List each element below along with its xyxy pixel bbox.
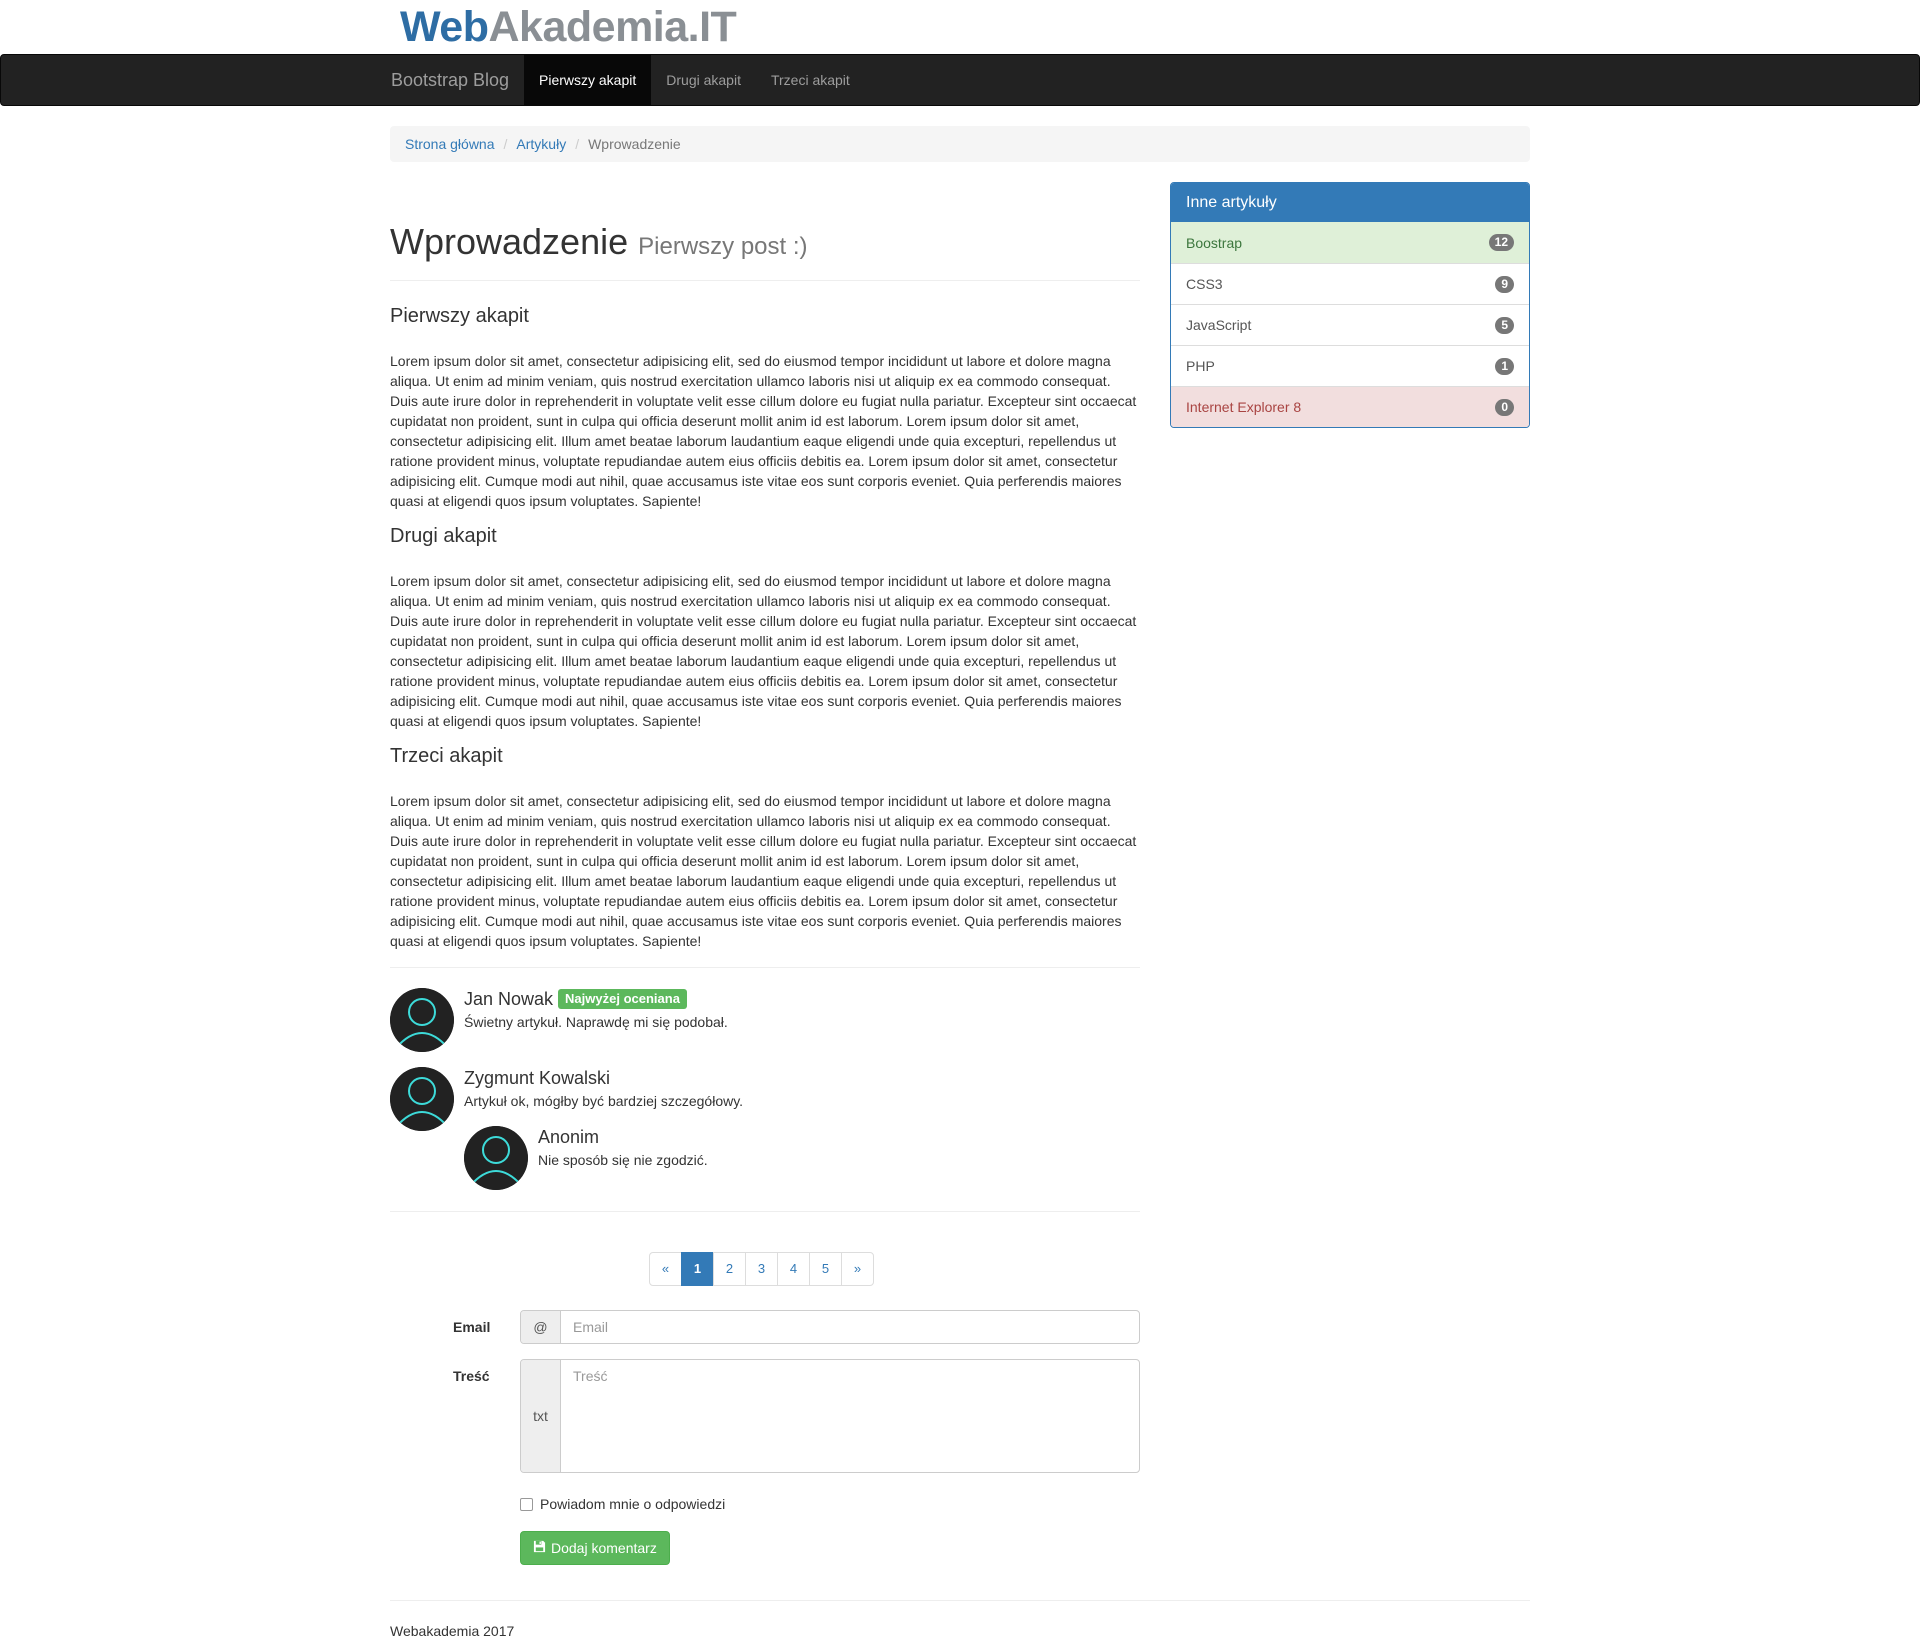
- email-addon: @: [521, 1311, 561, 1343]
- notify-checkbox-row: Powiadom mnie o odpowiedzi: [520, 1496, 725, 1512]
- pagination: « 1 2 3 4 5 »: [649, 1252, 874, 1286]
- top-rated-badge: Najwyżej oceniana: [558, 989, 687, 1009]
- navbar-brand[interactable]: Bootstrap Blog: [391, 55, 509, 105]
- pagination-next[interactable]: »: [841, 1252, 874, 1286]
- comment-heading: Zygmunt Kowalski: [464, 1067, 1064, 1089]
- panel-title: Inne artykuły: [1171, 183, 1529, 222]
- email-label: Email: [453, 1319, 491, 1335]
- pagination-prev[interactable]: «: [649, 1252, 682, 1286]
- content-input-group: txt Treść: [520, 1359, 1140, 1473]
- footer-text: Webakademia 2017: [390, 1623, 515, 1639]
- add-comment-label: Dodaj komentarz: [551, 1540, 657, 1556]
- count-badge: 1: [1495, 357, 1514, 375]
- comment-text: Artykuł ok, mógłby być bardziej szczegół…: [464, 1093, 744, 1109]
- site-logo[interactable]: WebAkademia.IT: [400, 2, 737, 52]
- sidebar-item-label: Boostrap: [1186, 234, 1243, 251]
- sidebar-item-label: Internet Explorer 8: [1186, 399, 1302, 415]
- top-navbar: Bootstrap Blog Pierwszy akapit Drugi aka…: [0, 54, 1920, 106]
- comment-body: Zygmunt Kowalski Artykuł ok, mógłby być …: [464, 1067, 1064, 1109]
- email-input[interactable]: Email: [561, 1311, 1139, 1343]
- email-input-group: @ Email: [520, 1310, 1140, 1344]
- pagination-page-2[interactable]: 2: [713, 1252, 746, 1286]
- notify-checkbox[interactable]: [520, 1497, 533, 1511]
- breadcrumb-separator: /: [503, 136, 508, 152]
- floppy-disk-icon: [533, 1540, 546, 1556]
- section-heading-3: Trzeci akapit: [390, 745, 503, 767]
- main-content: Wprowadzenie Pierwszy post :) Pierwszy a…: [390, 170, 1140, 951]
- content-textarea[interactable]: Treść: [561, 1360, 1139, 1472]
- section-body-2: Lorem ipsum dolor sit amet, consectetur …: [390, 573, 1137, 729]
- content-addon: txt: [521, 1360, 561, 1472]
- pagination-page-5[interactable]: 5: [809, 1252, 842, 1286]
- sidebar-item-label: JavaScript: [1186, 317, 1252, 333]
- count-badge: 9: [1495, 275, 1514, 293]
- page: WebAkademia.IT Bootstrap Blog Pierwszy a…: [0, 0, 1920, 1641]
- comment-text: Nie sposób się nie zgodzić.: [538, 1152, 708, 1168]
- breadcrumb-current: Wprowadzenie: [588, 136, 681, 152]
- pagination-page-3[interactable]: 3: [745, 1252, 778, 1286]
- section-heading-2: Drugi akapit: [390, 525, 497, 547]
- notify-checkbox-label[interactable]: Powiadom mnie o odpowiedzi: [540, 1496, 725, 1512]
- navbar-menu: Pierwszy akapit Drugi akapit Trzeci akap…: [524, 55, 865, 105]
- breadcrumb: Strona główna / Artykuły / Wprowadzenie: [390, 126, 1530, 162]
- comment-heading: Anonim: [538, 1126, 1138, 1148]
- count-badge: 12: [1488, 234, 1514, 251]
- sidebar-item-bootstrap[interactable]: Boostrap 12: [1171, 222, 1529, 263]
- comment-author: Anonim: [538, 1127, 600, 1147]
- sidebar-item-javascript[interactable]: JavaScript 5: [1171, 304, 1529, 345]
- pagination-page-1[interactable]: 1: [681, 1252, 714, 1286]
- section-body-3: Lorem ipsum dolor sit amet, consectetur …: [390, 793, 1137, 949]
- add-comment-button[interactable]: Dodaj komentarz: [520, 1531, 670, 1565]
- comments-divider-top: [390, 967, 1140, 968]
- user-avatar-icon: [464, 1126, 528, 1190]
- user-avatar-icon: [390, 988, 454, 1052]
- sidebar-item-label: CSS3: [1186, 276, 1223, 292]
- section-heading-1: Pierwszy akapit: [390, 305, 529, 327]
- nav-item-drugi-akapit[interactable]: Drugi akapit: [651, 55, 756, 105]
- comment-body: Anonim Nie sposób się nie zgodzić.: [538, 1126, 1138, 1168]
- comments-divider-bottom: [390, 1211, 1140, 1212]
- post-title: Wprowadzenie: [390, 221, 629, 262]
- breadcrumb-home[interactable]: Strona główna: [405, 126, 495, 162]
- comment-heading: Jan Nowak Najwyżej oceniana: [464, 988, 1064, 1010]
- comment-author: Jan Nowak: [464, 989, 554, 1009]
- nav-item-pierwszy-akapit[interactable]: Pierwszy akapit: [524, 55, 652, 105]
- comment-body: Jan Nowak Najwyżej oceniana Świetny arty…: [464, 988, 1064, 1030]
- sidebar-item-label: PHP: [1186, 358, 1215, 374]
- other-articles-panel: Inne artykuły Boostrap 12 CSS3 9 JavaScr…: [1170, 182, 1530, 428]
- logo-part-web: Web: [400, 3, 489, 51]
- breadcrumb-articles[interactable]: Artykuły: [516, 126, 566, 162]
- count-badge: 5: [1495, 316, 1514, 334]
- page-title: Wprowadzenie Pierwszy post :): [390, 222, 1140, 277]
- comment-text: Świetny artykuł. Naprawdę mi się podobał…: [464, 1014, 728, 1030]
- comment-author: Zygmunt Kowalski: [464, 1068, 611, 1088]
- sidebar-item-css3[interactable]: CSS3 9: [1171, 263, 1529, 304]
- content-label: Treść: [453, 1368, 490, 1384]
- section-body-1: Lorem ipsum dolor sit amet, consectetur …: [390, 353, 1137, 509]
- breadcrumb-separator: /: [575, 136, 580, 152]
- sidebar-item-internet-explorer-8[interactable]: Internet Explorer 8 0: [1171, 386, 1529, 427]
- pagination-page-4[interactable]: 4: [777, 1252, 810, 1286]
- sidebar-item-php[interactable]: PHP 1: [1171, 345, 1529, 386]
- post-subtitle: Pierwszy post :): [638, 233, 808, 260]
- footer-divider: [390, 1600, 1530, 1601]
- title-divider: [390, 280, 1140, 281]
- count-badge: 0: [1495, 398, 1514, 416]
- user-avatar-icon: [390, 1067, 454, 1131]
- nav-item-trzeci-akapit[interactable]: Trzeci akapit: [756, 55, 865, 105]
- logo-part-akademia: Akademia.IT: [488, 3, 737, 51]
